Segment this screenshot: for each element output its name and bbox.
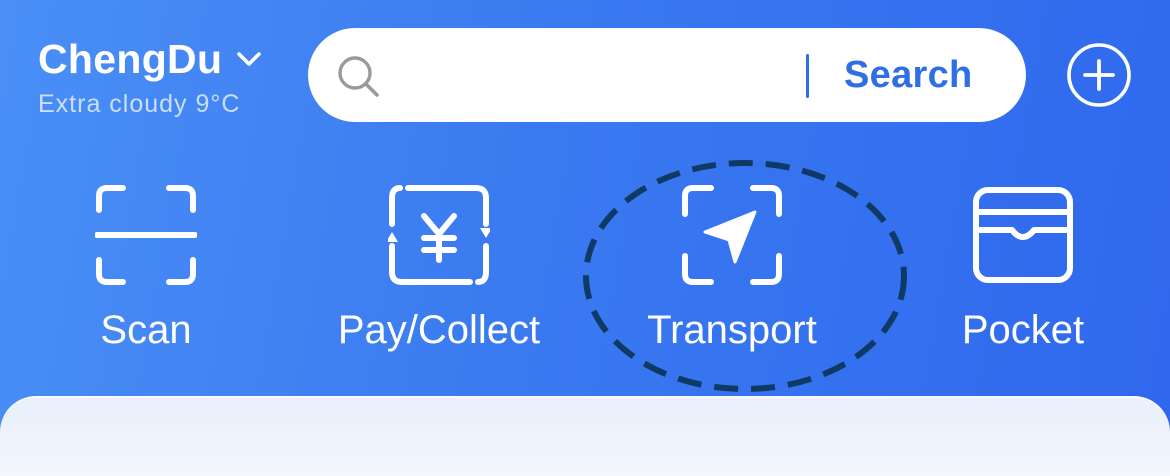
search-button[interactable]: Search	[844, 50, 973, 100]
pay-collect-label: Pay/Collect	[337, 308, 541, 352]
scan-label: Scan	[100, 308, 192, 352]
chevron-down-icon	[237, 52, 262, 66]
search-input[interactable]	[400, 48, 804, 104]
search-icon	[338, 56, 379, 97]
search-divider	[806, 54, 809, 98]
city-selector[interactable]: ChengDu	[38, 34, 262, 84]
quick-actions: Scan Pay/Collect Transport Pocket	[0, 178, 1170, 358]
pay-collect-icon	[388, 185, 490, 285]
transport-label: Transport	[647, 308, 817, 352]
pocket-icon	[973, 187, 1073, 283]
weather-info: Extra cloudy 9°C	[38, 90, 241, 118]
transport-action[interactable]: Transport	[602, 178, 862, 358]
location-block: ChengDu Extra cloudy 9°C	[38, 34, 262, 119]
scan-action[interactable]: Scan	[16, 178, 276, 358]
content-card	[0, 396, 1170, 476]
city-name: ChengDu	[38, 36, 223, 82]
pocket-action[interactable]: Pocket	[893, 178, 1153, 358]
pocket-label: Pocket	[961, 308, 1085, 352]
pay-collect-action[interactable]: Pay/Collect	[309, 178, 569, 358]
scan-icon	[95, 185, 197, 285]
search-bar[interactable]: Search	[308, 28, 1026, 122]
add-button[interactable]	[1066, 42, 1132, 108]
transport-icon	[682, 185, 782, 285]
